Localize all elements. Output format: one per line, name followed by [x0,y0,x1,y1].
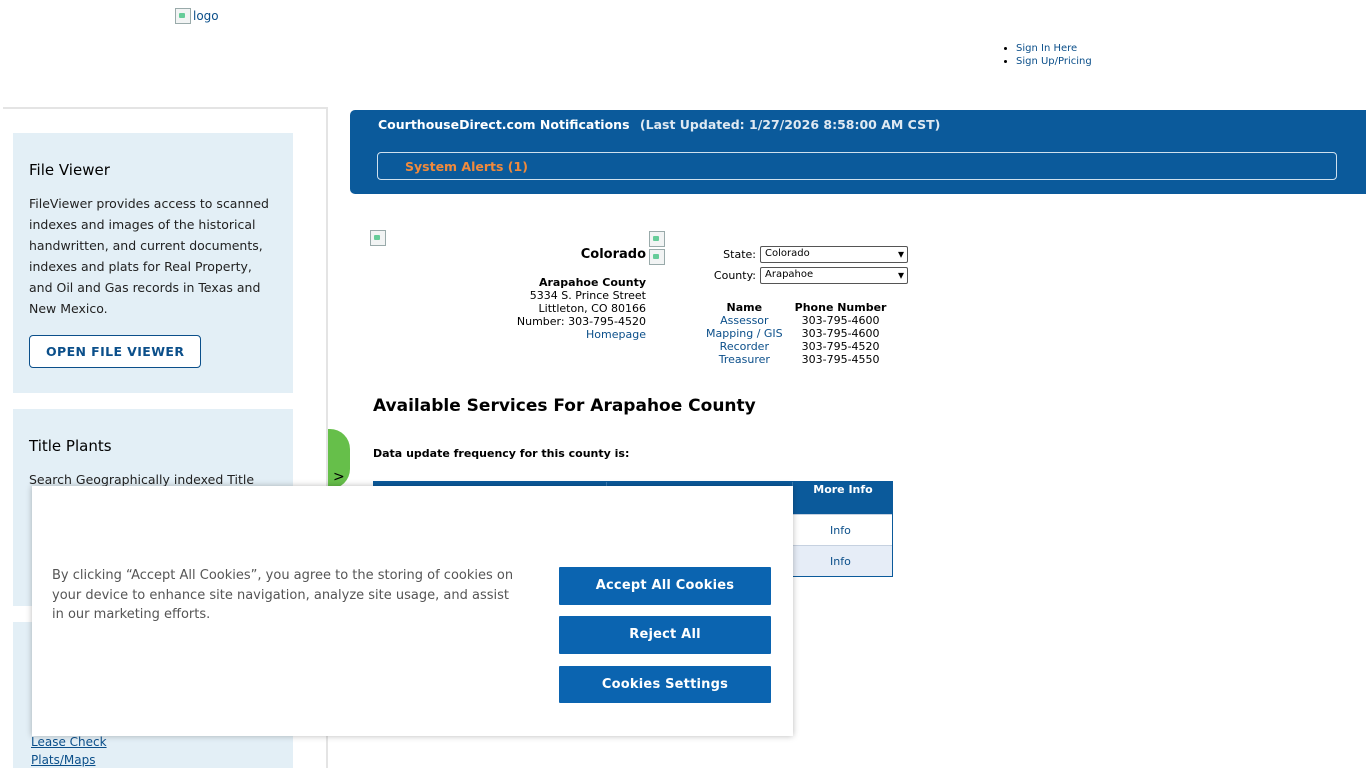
county-contacts: Name Phone Number Assessor 303-795-4600 … [700,301,893,366]
title-plants-title: Title Plants [29,437,112,455]
mapping-gis-phone: 303-795-4600 [801,327,880,340]
logo-alt-text: logo [193,9,219,23]
update-frequency-text: Data update frequency for this county is… [373,447,630,460]
county-select[interactable]: Arapahoe [760,267,908,284]
notifications-bar: CourthouseDirect.com Notifications (Last… [350,110,1366,194]
state-select-label: State: [723,248,756,261]
accept-all-cookies-button[interactable]: Accept All Cookies [559,567,771,605]
cookie-consent-text: By clicking “Accept All Cookies”, you ag… [52,568,514,622]
county-seal-image [370,230,386,246]
plats-maps-link[interactable]: Plats/Maps [31,753,96,767]
state-name: Colorado [580,247,646,262]
state-images [649,231,665,265]
more-info-header: More Info [813,483,873,496]
address-line-2: Littleton, CO 80166 [538,302,646,315]
table-row: Recorder 303-795-4520 [700,340,893,353]
sidebar-toggle-tab[interactable]: > [328,429,350,489]
broken-image-icon [175,8,191,24]
service-info-link[interactable]: Info [830,555,851,568]
table-row: Treasurer 303-795-4550 [700,353,893,366]
table-row: Mapping / GIS 303-795-4600 [700,327,893,340]
contacts-header-phone: Phone Number [794,301,887,314]
sign-in-link[interactable]: Sign In Here [1016,43,1077,54]
services-title: Available Services For Arapahoe County [373,396,756,416]
cookie-consent-banner: By clicking “Accept All Cookies”, you ag… [32,486,793,736]
contacts-header-name: Name [726,301,763,314]
table-row: Assessor 303-795-4600 [700,314,893,327]
mapping-gis-link[interactable]: Mapping / GIS [706,327,783,340]
lease-check-link[interactable]: Lease Check [31,735,107,749]
treasurer-link[interactable]: Treasurer [719,353,770,366]
system-alerts-toggle[interactable]: System Alerts (1) [377,152,1337,180]
file-viewer-title: File Viewer [29,161,110,179]
notifications-heading: CourthouseDirect.com Notifications [378,117,630,132]
file-viewer-card: File Viewer FileViewer provides access t… [13,133,293,393]
contacts-table: Name Phone Number Assessor 303-795-4600 … [700,301,893,366]
file-viewer-description: FileViewer provides access to scanned in… [29,196,269,316]
county-name: Arapahoe County [538,276,646,289]
open-file-viewer-button[interactable]: OPEN FILE VIEWER [29,335,202,368]
chevron-right-icon: > [333,469,345,485]
recorder-link[interactable]: Recorder [720,340,769,353]
address-line-1: 5334 S. Prince Street [529,289,646,302]
assessor-phone: 303-795-4600 [801,314,880,327]
assessor-link[interactable]: Assessor [720,314,768,327]
county-homepage-link[interactable]: Homepage [586,328,646,341]
last-updated-text: (Last Updated: 1/27/2026 8:58:00 AM CST) [639,117,941,132]
site-logo[interactable]: logo [175,8,219,24]
reject-all-cookies-button[interactable]: Reject All [559,616,771,654]
cookies-settings-button[interactable]: Cookies Settings [559,666,771,703]
state-select[interactable]: Colorado [760,246,908,263]
notifications-title: CourthouseDirect.com Notifications (Last… [378,117,940,132]
system-alerts-label: System Alerts (1) [405,159,528,174]
sign-up-pricing-link[interactable]: Sign Up/Pricing [1016,56,1092,67]
service-info-link[interactable]: Info [830,524,851,537]
county-select-label: County: [713,269,756,282]
location-selectors: State: Colorado County: Arapahoe [700,246,908,288]
broken-image-icon [649,231,665,247]
county-address: Arapahoe County 5334 S. Prince Street Li… [480,276,646,341]
treasurer-phone: 303-795-4550 [801,353,880,366]
recorder-phone: 303-795-4520 [801,340,880,353]
broken-image-icon [649,249,665,265]
county-phone-number: Number: 303-795-4520 [516,315,646,328]
auth-links: Sign In Here Sign Up/Pricing [1004,43,1092,68]
